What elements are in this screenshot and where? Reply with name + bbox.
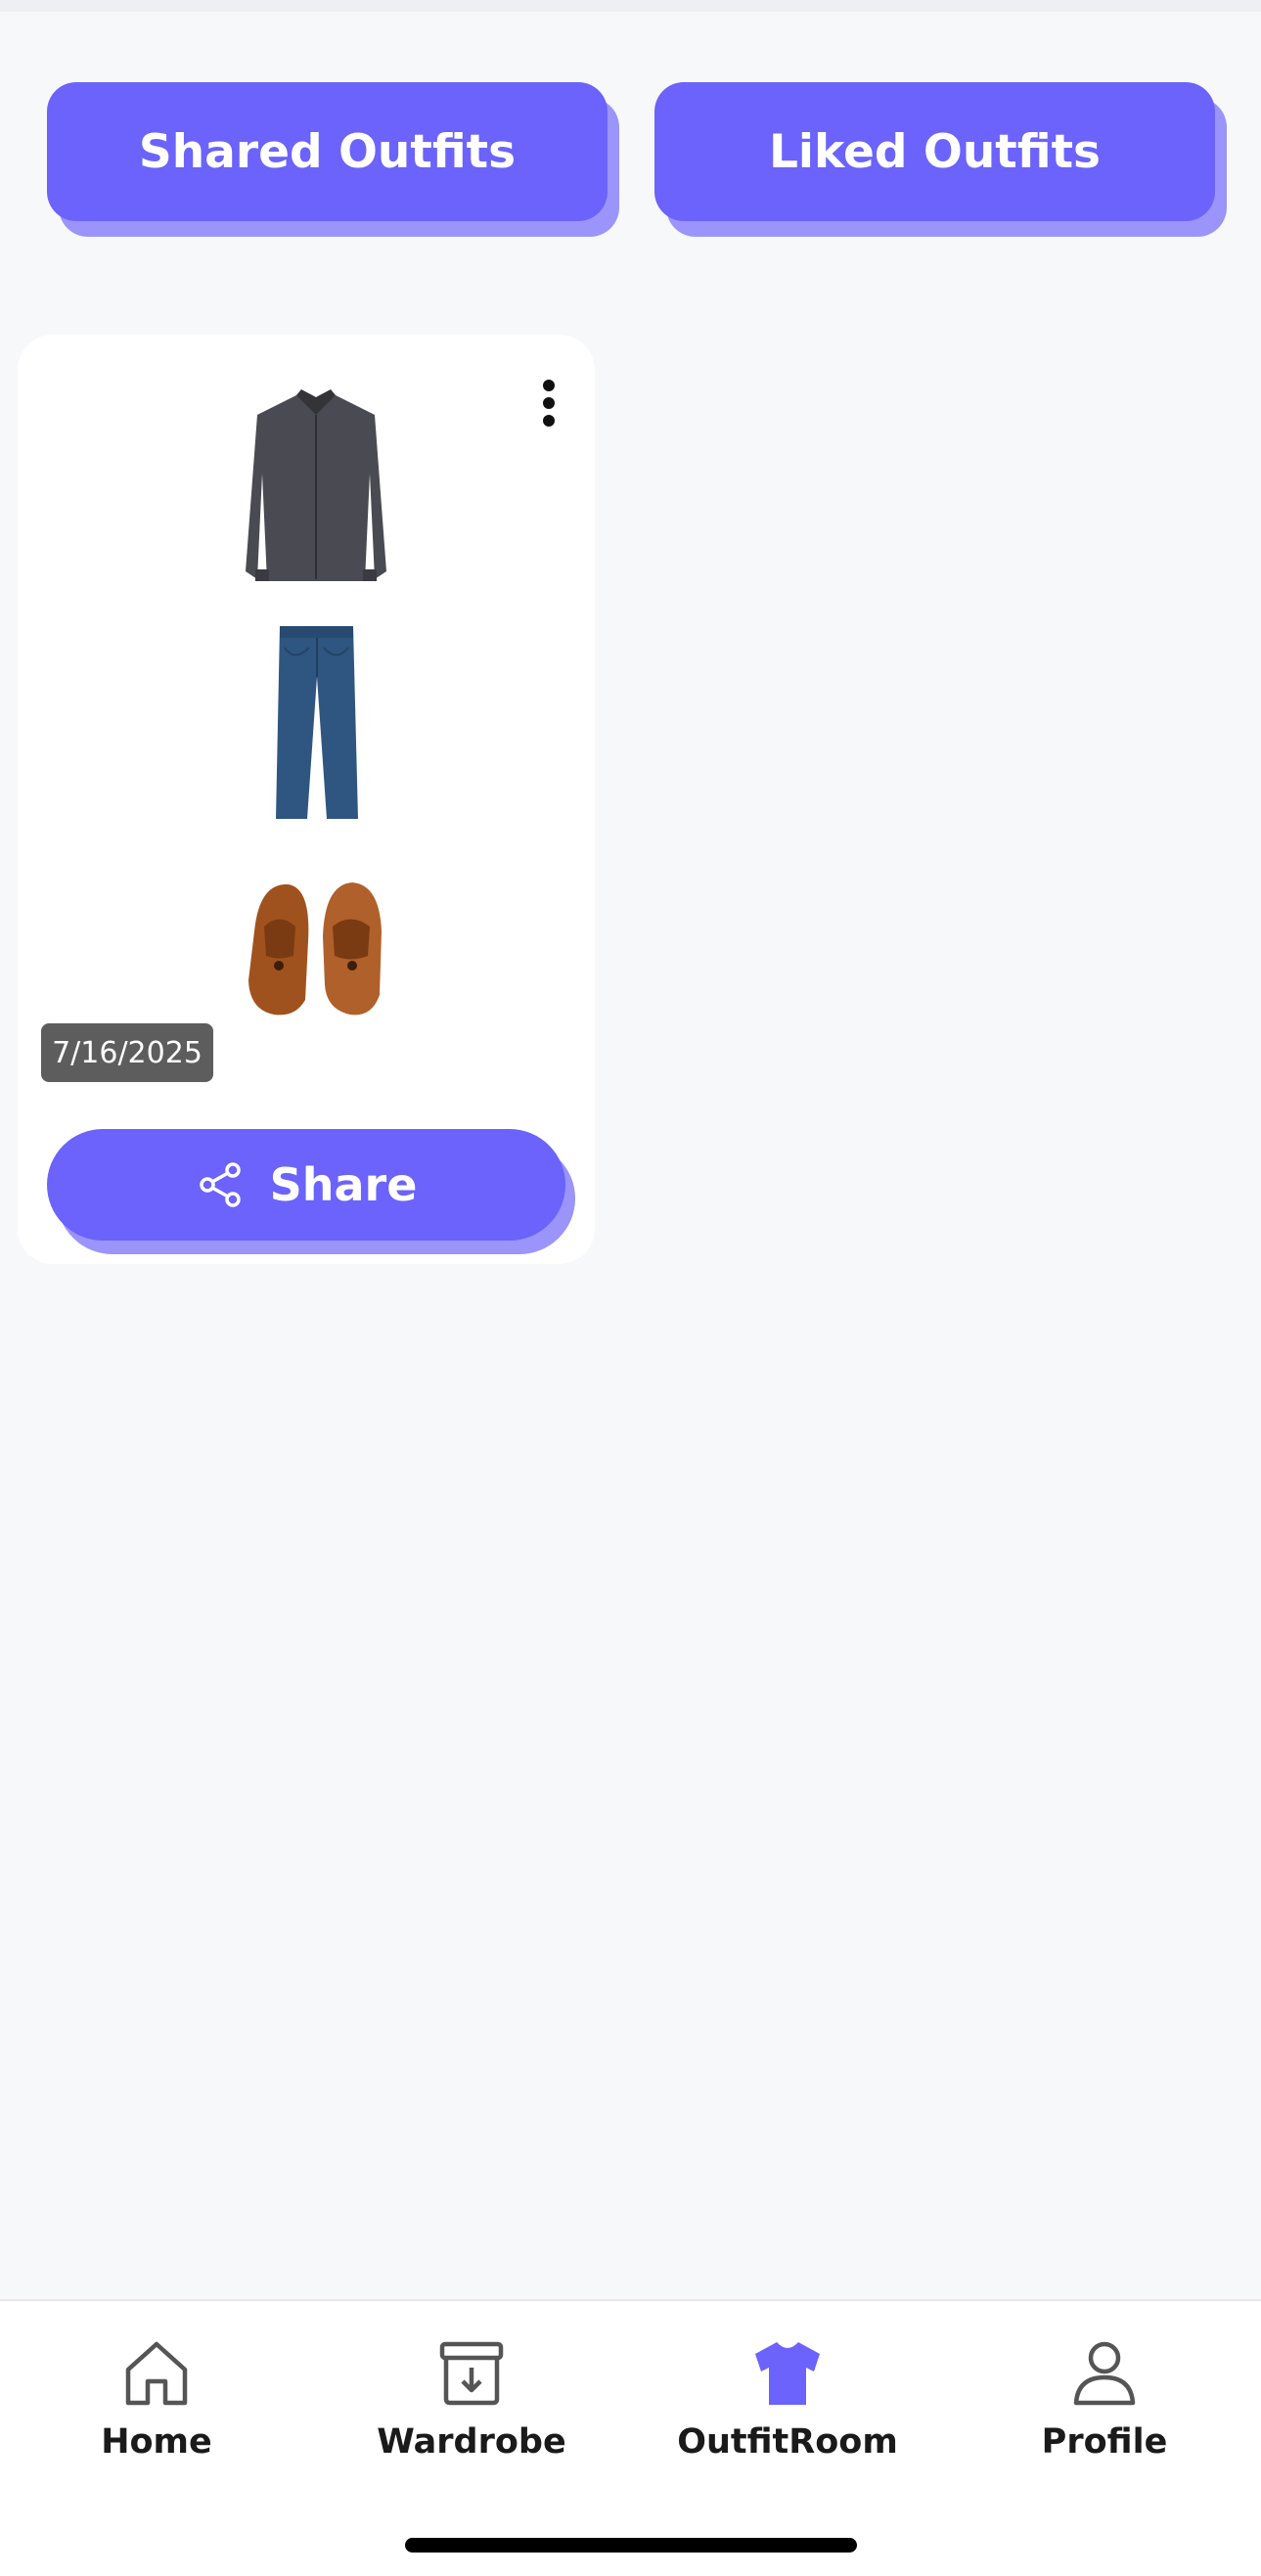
bottom-nav: Home Wardrobe OutfitRoom Profile xyxy=(0,2299,1261,2576)
nav-wardrobe[interactable]: Wardrobe xyxy=(354,2334,589,2471)
share-icon xyxy=(199,1162,241,1207)
share-label: Share xyxy=(269,1158,418,1211)
nav-wardrobe-label: Wardrobe xyxy=(377,2422,566,2462)
home-icon xyxy=(125,2341,188,2406)
nav-home[interactable]: Home xyxy=(39,2334,274,2471)
date-badge: 7/16/2025 xyxy=(41,1023,213,1082)
shoes-image xyxy=(248,882,382,1016)
shared-outfits-label: Shared Outfits xyxy=(138,124,517,179)
pants-image xyxy=(276,626,358,819)
shared-outfits-button[interactable]: Shared Outfits xyxy=(47,82,608,221)
share-button[interactable]: Share xyxy=(47,1129,565,1241)
nav-profile-label: Profile xyxy=(1041,2422,1168,2462)
date-text: 7/16/2025 xyxy=(52,1035,203,1070)
liked-outfits-label: Liked Outfits xyxy=(768,124,1102,179)
nav-home-label: Home xyxy=(101,2422,212,2462)
liked-outfits-button[interactable]: Liked Outfits xyxy=(654,82,1215,221)
wardrobe-icon xyxy=(439,2341,504,2406)
outfit-card[interactable]: 7/16/2025 Share xyxy=(18,335,595,1264)
nav-profile[interactable]: Profile xyxy=(987,2334,1222,2471)
more-options-icon[interactable] xyxy=(528,374,567,432)
nav-outfitroom-label: OutfitRoom xyxy=(677,2422,898,2462)
home-indicator[interactable] xyxy=(405,2538,857,2553)
tshirt-icon xyxy=(755,2340,820,2405)
nav-outfitroom[interactable]: OutfitRoom xyxy=(670,2334,905,2471)
shirt-image xyxy=(246,389,386,581)
status-bar-area xyxy=(0,0,1261,12)
profile-icon xyxy=(1073,2341,1136,2406)
